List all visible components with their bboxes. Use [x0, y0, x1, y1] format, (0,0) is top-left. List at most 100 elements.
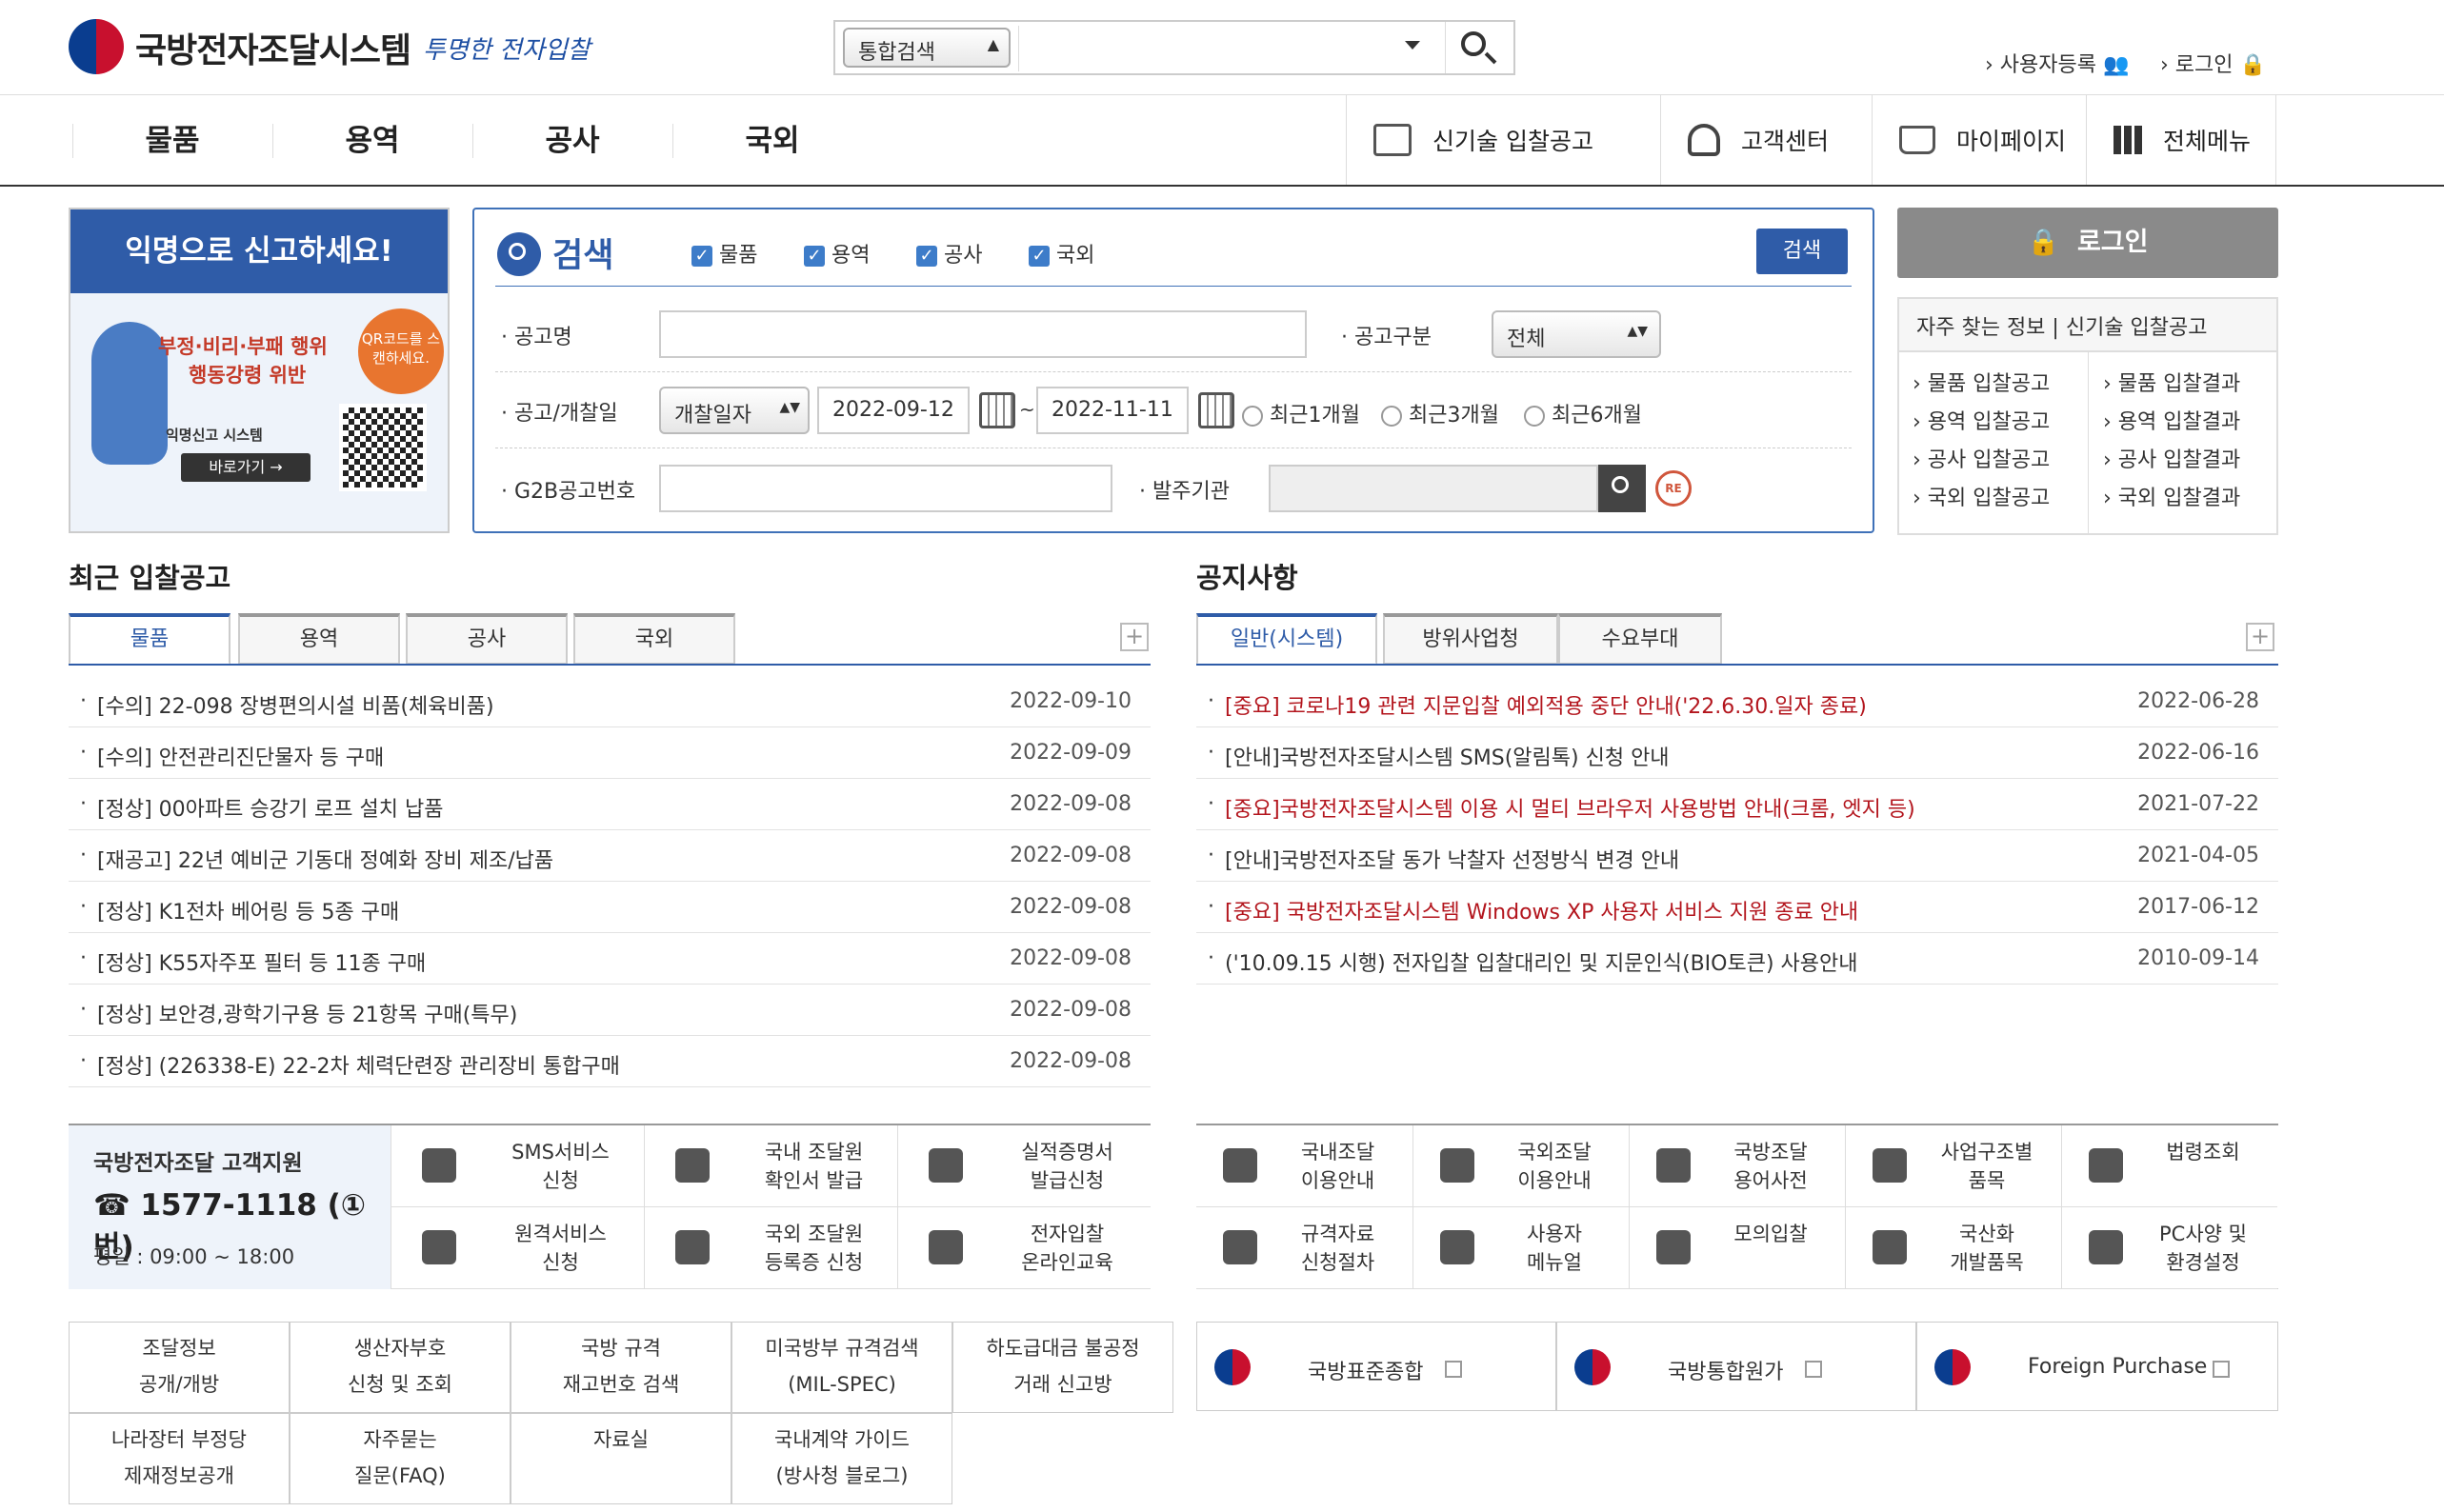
tab-notice-unit[interactable]: 수요부대 — [1558, 613, 1722, 665]
quick-link[interactable]: › 공사 입찰결과 — [2103, 442, 2278, 480]
calendar-icon[interactable] — [1198, 392, 1234, 428]
bottom-link[interactable]: 국내계약 가이드 (방사청 블로그) — [731, 1413, 952, 1504]
reset-icon[interactable]: RE — [1655, 470, 1692, 507]
quick-link[interactable]: › 물품 입찰공고 — [1913, 366, 2088, 404]
service-item[interactable]: 모의입찰 — [1629, 1207, 1845, 1289]
search-panel-icon — [497, 232, 541, 276]
quick-link[interactable]: › 국외 입찰공고 — [1913, 480, 2088, 518]
login-button[interactable]: 🔒 로그인 — [1897, 208, 2278, 278]
tab-notice-system[interactable]: 일반(시스템) — [1196, 613, 1377, 665]
calendar-icon[interactable] — [979, 392, 1015, 428]
recent-more-button[interactable]: + — [1120, 623, 1149, 651]
quick-link[interactable]: › 국외 입찰결과 — [2103, 480, 2278, 518]
tab-recent-goods[interactable]: 물품 — [69, 613, 230, 665]
korea-flag-icon — [1574, 1349, 1611, 1385]
tab-notice-dapa[interactable]: 방위사업청 — [1383, 613, 1558, 665]
date-to-input[interactable]: 2022-11-11 — [1036, 387, 1189, 434]
table-row[interactable]: · [수의] 22-098 장병편의시설 비품(체육비품) 2022-09-10 — [69, 676, 1151, 727]
service-item[interactable]: 국내조달 이용안내 — [1196, 1125, 1412, 1207]
family-site-link[interactable]: Foreign Purchase — [1916, 1322, 2278, 1411]
site-logo-text[interactable]: 국방전자조달시스템 — [135, 23, 411, 72]
check-construction[interactable]: ✓ 공사 — [916, 238, 982, 269]
date-type-select[interactable]: 개찰일자 ▲▼ — [659, 387, 810, 434]
bottom-link[interactable]: 미국방부 규격검색 (MIL-SPEC) — [731, 1322, 952, 1413]
search-button[interactable] — [1445, 22, 1513, 73]
search-input[interactable] — [1018, 26, 1418, 71]
table-row[interactable]: · [정상] 00아파트 승강기 로프 설치 납품 2022-09-08 — [69, 779, 1151, 830]
radio-1month[interactable]: 최근1개월 — [1242, 398, 1360, 428]
service-item[interactable]: 사용자 메뉴얼 — [1412, 1207, 1629, 1289]
table-row[interactable]: · [정상] 보안경,광학기구용 등 21항목 구매(특무) 2022-09-08 — [69, 985, 1151, 1036]
banner-go-button[interactable]: 바로가기 → — [181, 453, 311, 482]
date-from-input[interactable]: 2022-09-12 — [817, 387, 970, 434]
quick-link[interactable]: › 용역 입찰공고 — [1913, 404, 2088, 442]
table-row[interactable]: · [정상] (226338-E) 22-2차 체력단련장 관리장비 통합구매 20… — [69, 1036, 1151, 1087]
logo-emblem-icon[interactable] — [69, 19, 124, 74]
check-service[interactable]: ✓ 용역 — [804, 238, 870, 269]
service-item[interactable]: 규격자료 신청절차 — [1196, 1207, 1412, 1289]
quick-link[interactable]: › 용역 입찰결과 — [2103, 404, 2278, 442]
tab-recent-service[interactable]: 용역 — [238, 613, 400, 665]
service-item[interactable]: 사업구조별 품목 — [1845, 1125, 2061, 1207]
anonymous-report-banner[interactable]: 익명으로 신고하세요! 부정·비리·부패 행위 행동강령 위반 QR코드를 스캔… — [69, 208, 450, 533]
bottom-link[interactable]: 생산자부호 신청 및 조회 — [290, 1322, 511, 1413]
table-row[interactable]: · [정상] K1전차 베어링 등 5종 구매 2022-09-08 — [69, 882, 1151, 933]
check-goods[interactable]: ✓ 물품 — [691, 238, 757, 269]
org-input[interactable] — [1269, 465, 1598, 512]
bottom-link[interactable]: 조달정보 공개/개방 — [69, 1322, 290, 1413]
service-item[interactable]: 국외 조달원 등록증 신청 — [644, 1207, 897, 1289]
radio-3month[interactable]: 최근3개월 — [1381, 398, 1499, 428]
table-row[interactable]: · [중요] 국방전자조달시스템 Windows XP 사용자 서비스 지원 종료… — [1196, 882, 2278, 933]
service-item[interactable]: 원격서비스 신청 — [391, 1207, 644, 1289]
service-item[interactable]: 전자입찰 온라인교육 — [897, 1207, 1151, 1289]
bottom-link[interactable]: 나라장터 부정당 제재정보공개 — [69, 1413, 290, 1504]
nav-newtech-bid[interactable]: 신기술 입찰공고 — [1346, 95, 1660, 185]
service-item[interactable]: 법령조회 — [2061, 1125, 2277, 1207]
service-item[interactable]: 실적증명서 발급신청 — [897, 1125, 1151, 1207]
family-site-link[interactable]: 국방표준종합 — [1196, 1322, 1556, 1411]
radio-6month[interactable]: 최근6개월 — [1524, 398, 1642, 428]
bottom-link[interactable]: 국방 규격 재고번호 검색 — [511, 1322, 731, 1413]
g2b-number-input[interactable] — [659, 465, 1112, 512]
nav-customer-center[interactable]: 고객센터 — [1660, 95, 1872, 185]
notice-more-button[interactable]: + — [2246, 623, 2274, 651]
search-submit-button[interactable]: 검색 — [1756, 229, 1848, 274]
bottom-link[interactable]: 자주묻는 질문(FAQ) — [290, 1413, 511, 1504]
register-link[interactable]: › 사용자등록 👥 — [1985, 48, 2129, 78]
check-overseas[interactable]: ✓ 국외 — [1029, 238, 1094, 269]
table-row[interactable]: · [안내]국방전자조달시스템 SMS(알림톡) 신청 안내 2022-06-16 — [1196, 727, 2278, 779]
service-item[interactable]: 국산화 개발품목 — [1845, 1207, 2061, 1289]
tab-recent-construction[interactable]: 공사 — [406, 613, 568, 665]
service-item[interactable]: 국방조달 용어사전 — [1629, 1125, 1845, 1207]
service-item[interactable]: 국외조달 이용안내 — [1412, 1125, 1629, 1207]
service-item[interactable]: SMS서비스 신청 — [391, 1125, 644, 1207]
nav-all-menu[interactable]: 전체메뉴 — [2086, 95, 2276, 185]
nav-construction[interactable]: 공사 — [472, 95, 672, 187]
nav-service[interactable]: 용역 — [272, 95, 472, 187]
bid-name-input[interactable] — [659, 310, 1307, 358]
org-search-button[interactable] — [1598, 465, 1646, 512]
table-row[interactable]: · [정상] K55자주포 필터 등 11종 구매 2022-09-08 — [69, 933, 1151, 985]
table-row[interactable]: · [중요] 코로나19 관련 지문입찰 예외적용 중단 안내('22.6.30.… — [1196, 676, 2278, 727]
search-scope-select[interactable]: 통합검색 ▲ — [843, 28, 1011, 68]
search-dropdown-icon[interactable] — [1405, 41, 1420, 50]
nav-overseas[interactable]: 국외 — [672, 95, 872, 187]
bid-type-select[interactable]: 전체 ▲▼ — [1492, 310, 1661, 358]
family-site-link[interactable]: 국방통합원가 — [1556, 1322, 1916, 1411]
table-row[interactable]: · [수의] 안전관리진단물자 등 구매 2022-09-09 — [69, 727, 1151, 779]
table-row[interactable]: · ('10.09.15 시행) 전자입찰 입찰대리인 및 지문인식(BIO토큰)… — [1196, 933, 2278, 985]
nav-mypage[interactable]: 마이페이지 — [1872, 95, 2086, 185]
service-item[interactable]: 국내 조달원 확인서 발급 — [644, 1125, 897, 1207]
bottom-link[interactable]: 하도급대금 불공정 거래 신고방 — [952, 1322, 1173, 1413]
table-row[interactable]: · [안내]국방전자조달 동가 낙찰자 선정방식 변경 안내 2021-04-05 — [1196, 830, 2278, 882]
table-row[interactable]: · [중요]국방전자조달시스템 이용 시 멀티 브라우저 사용방법 안내(크롬, … — [1196, 779, 2278, 830]
bullet: · — [1208, 741, 1214, 765]
service-item[interactable]: PC사양 및 환경설정 — [2061, 1207, 2277, 1289]
tab-recent-overseas[interactable]: 국외 — [573, 613, 735, 665]
quick-link[interactable]: › 공사 입찰공고 — [1913, 442, 2088, 480]
login-link[interactable]: › 로그인 🔒 — [2160, 48, 2266, 78]
table-row[interactable]: · [재공고] 22년 예비군 기동대 정예화 장비 제조/납품 2022-09-0… — [69, 830, 1151, 882]
bottom-link[interactable]: 자료실 — [511, 1413, 731, 1504]
quick-link[interactable]: › 물품 입찰결과 — [2103, 366, 2278, 404]
nav-goods[interactable]: 물품 — [72, 95, 272, 187]
